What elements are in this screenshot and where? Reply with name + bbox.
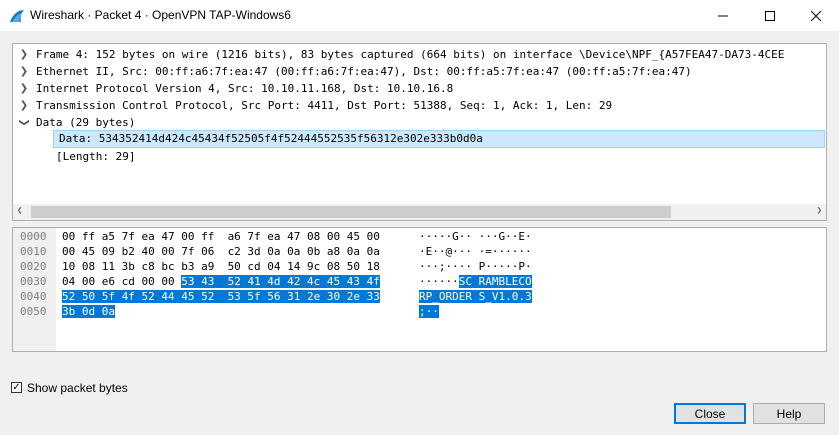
chevron-right-icon[interactable]: ❯	[18, 46, 30, 63]
hex-row[interactable]: 00 ff a5 7f ea 47 00 ff a6 7f ea 47 08 0…	[62, 229, 380, 244]
byte-offset: 0030	[20, 275, 47, 288]
minimize-button[interactable]	[700, 0, 746, 31]
hex-row[interactable]: 3b 0d 0a	[62, 304, 115, 319]
tree-item-label: Ethernet II, Src: 00:ff:a6:7f:ea:47 (00:…	[36, 65, 692, 78]
tree-item-frame[interactable]: ❯ Frame 4: 152 bytes on wire (1216 bits)…	[13, 46, 826, 63]
byte-offset: 0000	[20, 230, 47, 243]
scroll-left-icon[interactable]: ❮	[17, 206, 22, 216]
maximize-button[interactable]	[747, 0, 793, 31]
ascii-row[interactable]: ;··	[419, 304, 439, 319]
close-icon	[811, 10, 821, 21]
tree-item-data-value[interactable]: Data: 534352414d424c45434f52505f4f524445…	[53, 130, 825, 148]
chevron-right-icon[interactable]: ❯	[18, 63, 30, 80]
hex-bytes: 04 00 e6 cd 00 00	[62, 275, 182, 288]
ascii-row[interactable]: ······SC RAMBLECO	[419, 274, 532, 289]
ascii-row[interactable]: ·····G·· ···G··E·	[419, 229, 532, 244]
byte-offset: 0010	[20, 245, 47, 258]
ascii-row[interactable]: RP_ORDER S_V1.0.3	[419, 289, 532, 304]
tree-item-ipv4[interactable]: ❯ Internet Protocol Version 4, Src: 10.1…	[13, 80, 826, 97]
tree-item-label: Frame 4: 152 bytes on wire (1216 bits), …	[36, 48, 785, 61]
byte-offset: 0040	[20, 290, 47, 303]
ascii-bytes: ···;···· P·····P·	[419, 260, 532, 273]
chevron-right-icon[interactable]: ❯	[18, 80, 30, 97]
tree-item-label: Transmission Control Protocol, Src Port:…	[36, 99, 613, 112]
ascii-row[interactable]: ···;···· P·····P·	[419, 259, 532, 274]
tree-item-label: Internet Protocol Version 4, Src: 10.10.…	[36, 82, 454, 95]
help-button[interactable]: Help	[753, 403, 825, 424]
byte-offset: 0020	[20, 260, 47, 273]
hex-bytes-highlighted: 3b 0d 0a	[62, 305, 115, 318]
tree-item-label: [Length: 29]	[56, 150, 136, 163]
show-packet-bytes-checkbox[interactable]: ✓	[11, 382, 22, 393]
packet-bytes-pane[interactable]: 0000 00 ff a5 7f ea 47 00 ff a6 7f ea 47…	[12, 227, 827, 352]
tree-item-label: Data: 534352414d424c45434f52505f4f524445…	[59, 132, 483, 145]
close-button[interactable]: Close	[674, 403, 746, 424]
show-packet-bytes-label[interactable]: Show packet bytes	[27, 381, 128, 395]
maximize-icon	[765, 10, 775, 21]
tree-item-data-length[interactable]: [Length: 29]	[13, 148, 826, 165]
tree-item-label: Data (29 bytes)	[36, 116, 136, 129]
minimize-icon	[718, 15, 728, 16]
ascii-bytes: ······	[419, 275, 459, 288]
wireshark-fin-icon	[10, 10, 24, 22]
byte-offset: 0050	[20, 305, 47, 318]
ascii-bytes: ·····G·· ···G··E·	[419, 230, 532, 243]
window-title: Wireshark · Packet 4 · OpenVPN TAP-Windo…	[30, 8, 291, 22]
close-window-button[interactable]	[793, 0, 839, 31]
tree-item-data[interactable]: ❯ Data (29 bytes)	[13, 114, 826, 131]
tree-item-ethernet[interactable]: ❯ Ethernet II, Src: 00:ff:a6:7f:ea:47 (0…	[13, 63, 826, 80]
ascii-bytes-highlighted: SC RAMBLECO	[458, 275, 532, 288]
hex-bytes-highlighted: 52 50 5f 4f 52 44 45 52 53 5f 56 31 2e 3…	[62, 290, 380, 303]
scroll-right-icon[interactable]: ❯	[817, 206, 822, 216]
hex-row[interactable]: 10 08 11 3b c8 bc b3 a9 50 cd 04 14 9c 0…	[62, 259, 380, 274]
title-bar: Wireshark · Packet 4 · OpenVPN TAP-Windo…	[0, 0, 839, 31]
hex-bytes: 00 ff a5 7f ea 47 00 ff a6 7f ea 47 08 0…	[62, 230, 380, 243]
chevron-right-icon[interactable]: ❯	[18, 97, 30, 114]
hex-row[interactable]: 04 00 e6 cd 00 00 53 43 52 41 4d 42 4c 4…	[62, 274, 380, 289]
ascii-bytes: ·E··@··· ·=······	[419, 245, 532, 258]
chevron-down-icon[interactable]: ❯	[16, 117, 33, 129]
hex-row[interactable]: 00 45 09 b2 40 00 7f 06 c2 3d 0a 0a 0b a…	[62, 244, 380, 259]
hex-bytes-highlighted: 53 43 52 41 4d 42 4c 45 43 4f	[181, 275, 380, 288]
packet-details-tree[interactable]: ❯ Frame 4: 152 bytes on wire (1216 bits)…	[12, 43, 827, 221]
horizontal-scrollbar[interactable]: ❮ ❯	[13, 204, 826, 220]
hex-row[interactable]: 52 50 5f 4f 52 44 45 52 53 5f 56 31 2e 3…	[62, 289, 380, 304]
ascii-row[interactable]: ·E··@··· ·=······	[419, 244, 532, 259]
checkmark-icon: ✓	[12, 381, 21, 393]
ascii-bytes-highlighted: ;··	[419, 305, 439, 318]
hex-bytes: 00 45 09 b2 40 00 7f 06 c2 3d 0a 0a 0b a…	[62, 245, 380, 258]
scrollbar-thumb[interactable]	[31, 206, 671, 218]
ascii-bytes-highlighted: RP_ORDER S_V1.0.3	[419, 290, 532, 303]
hex-bytes: 10 08 11 3b c8 bc b3 a9 50 cd 04 14 9c 0…	[62, 260, 380, 273]
show-packet-bytes-option[interactable]: ✓ Show packet bytes	[11, 380, 128, 395]
tree-item-tcp[interactable]: ❯ Transmission Control Protocol, Src Por…	[13, 97, 826, 114]
